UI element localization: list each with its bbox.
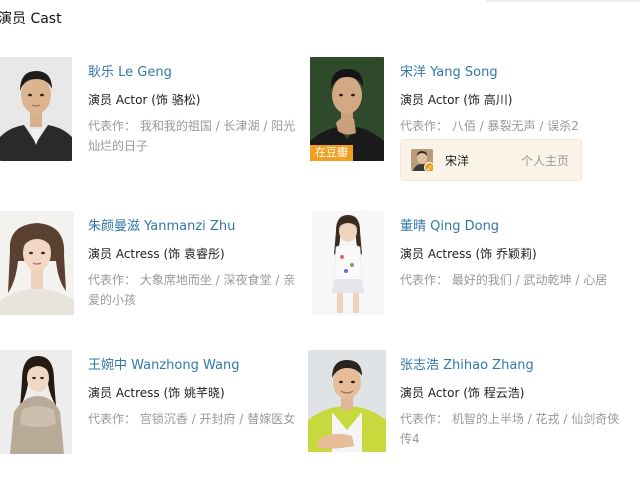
works-list: 最好的我们 / 武动乾坤 / 心居	[451, 273, 608, 287]
cast-photo[interactable]	[0, 350, 72, 454]
works-label: 代表作：	[88, 273, 137, 287]
cast-role: 演员 Actor (饰 骆松)	[88, 93, 201, 107]
works-label: 代表作：	[400, 412, 449, 426]
cast-card: 董晴 Qing Dong 演员 Actress (饰 乔颖莉) 代表作： 最好的…	[312, 211, 612, 331]
account-name[interactable]: 宋洋	[445, 152, 469, 169]
top-panel-edge	[486, 0, 640, 3]
cast-role: 演员 Actor (饰 高川)	[400, 93, 513, 107]
cast-role: 演员 Actor (饰 程云浩)	[400, 386, 525, 400]
douban-account-box: ✓ 宋洋 个人主页	[400, 139, 582, 181]
cast-name[interactable]: 朱颜曼滋 Yanmanzi Zhu	[88, 218, 306, 236]
section-title: 演员 Cast	[0, 11, 62, 27]
works-label: 代表作：	[88, 412, 137, 426]
cast-photo[interactable]	[312, 211, 384, 315]
cast-works: 代表作： 最好的我们 / 武动乾坤 / 心居	[400, 270, 615, 290]
cast-photo[interactable]	[0, 57, 72, 161]
works-label: 代表作：	[400, 273, 449, 287]
works-list: 八佰 / 暴裂无声 / 误杀2	[451, 119, 579, 133]
cast-works: 代表作： 大象席地而坐 / 深夜食堂 / 亲爱的小孩	[88, 270, 306, 310]
cast-works: 代表作： 宫锁沉香 / 开封府 / 替嫁医女	[88, 409, 303, 429]
verified-icon: ✓	[424, 162, 433, 171]
cast-name[interactable]: 宋洋 Yang Song	[400, 64, 630, 82]
cast-card: 王婉中 Wanzhong Wang 演员 Actress (饰 姚芊晓) 代表作…	[0, 350, 300, 470]
cast-role: 演员 Actress (饰 袁睿彤)	[88, 247, 225, 261]
works-label: 代表作：	[88, 119, 137, 133]
account-avatar[interactable]: ✓	[411, 149, 433, 171]
cast-card: 在豆瓣 宋洋 Yang Song 演员 Actor (饰 高川) 代表作： 八佰…	[310, 57, 640, 187]
works-label: 代表作：	[400, 119, 449, 133]
cast-role: 演员 Actress (饰 乔颖莉)	[400, 247, 537, 261]
cast-photo[interactable]: 在豆瓣	[310, 57, 384, 161]
cast-works: 代表作： 机智的上半场 / 花戎 / 仙剑奇侠传4	[400, 409, 625, 449]
cast-name[interactable]: 张志浩 Zhihao Zhang	[400, 357, 625, 375]
douban-badge: 在豆瓣	[310, 145, 353, 161]
cast-name[interactable]: 耿乐 Le Geng	[88, 64, 303, 82]
cast-works: 代表作： 我和我的祖国 / 长津湖 / 阳光灿烂的日子	[88, 116, 303, 156]
cast-name[interactable]: 董晴 Qing Dong	[400, 218, 615, 236]
cast-role: 演员 Actress (饰 姚芊晓)	[88, 386, 225, 400]
works-list: 宫锁沉香 / 开封府 / 替嫁医女	[139, 412, 296, 426]
cast-card: 耿乐 Le Geng 演员 Actor (饰 骆松) 代表作： 我和我的祖国 /…	[0, 57, 300, 177]
cast-photo[interactable]	[0, 211, 74, 315]
cast-photo[interactable]	[308, 350, 386, 452]
cast-card: 朱颜曼滋 Yanmanzi Zhu 演员 Actress (饰 袁睿彤) 代表作…	[0, 211, 300, 331]
cast-card: 张志浩 Zhihao Zhang 演员 Actor (饰 程云浩) 代表作： 机…	[308, 350, 640, 470]
cast-name[interactable]: 王婉中 Wanzhong Wang	[88, 357, 303, 375]
account-home-link[interactable]: 个人主页	[521, 152, 569, 169]
cast-works: 代表作： 八佰 / 暴裂无声 / 误杀2	[400, 116, 630, 136]
